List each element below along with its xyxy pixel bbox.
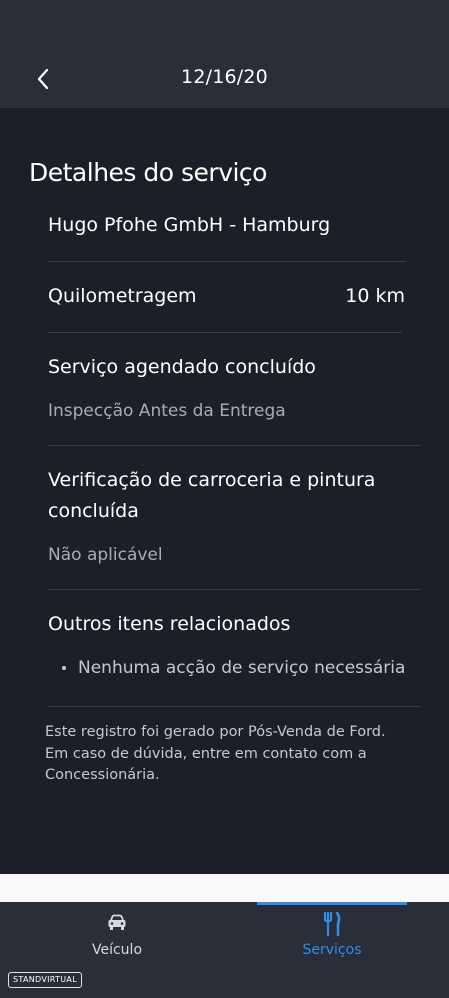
bodywork-title: Verificação de carroceria e pintura conc… [48, 469, 376, 522]
tab-services-label: Serviços [302, 942, 362, 958]
tab-vehicle-label: Veículo [91, 942, 143, 958]
tools-icon [323, 912, 341, 936]
top-bar: 12/16/20 [0, 0, 449, 108]
service-details: Detalhes do serviço Hugo Pfohe GmbH - Ha… [0, 108, 449, 874]
divider [48, 589, 420, 590]
mileage-label: Quilometragem [48, 285, 197, 307]
section-title: Detalhes do serviço [29, 158, 267, 187]
scheduled-service-value: Inspecção Antes da Entrega [48, 401, 286, 421]
bodywork-value: Não aplicável [48, 545, 163, 565]
footnote: Este registro foi gerado por Pós-Venda d… [45, 724, 386, 783]
dealer-name: Hugo Pfohe GmbH - Hamburg [48, 214, 331, 236]
car-icon [108, 914, 126, 930]
scheduled-service-title: Serviço agendado concluído [48, 356, 316, 378]
other-items-title: Outros itens relacionados [48, 613, 291, 635]
divider [48, 706, 420, 707]
divider [48, 332, 402, 333]
page-title: 12/16/20 [181, 66, 268, 88]
tab-services[interactable]: Serviços [257, 902, 407, 992]
list-item: Nenhuma acção de serviço necessária [62, 658, 405, 678]
list-item-text: Nenhuma acção de serviço necessária [78, 658, 406, 678]
watermark-logo: STANDVIRTUAL [8, 972, 82, 988]
bullet-dot [62, 666, 66, 670]
separator-strip [0, 874, 449, 902]
divider [48, 445, 420, 446]
divider [48, 261, 406, 262]
mileage-value: 10 km [345, 285, 405, 307]
